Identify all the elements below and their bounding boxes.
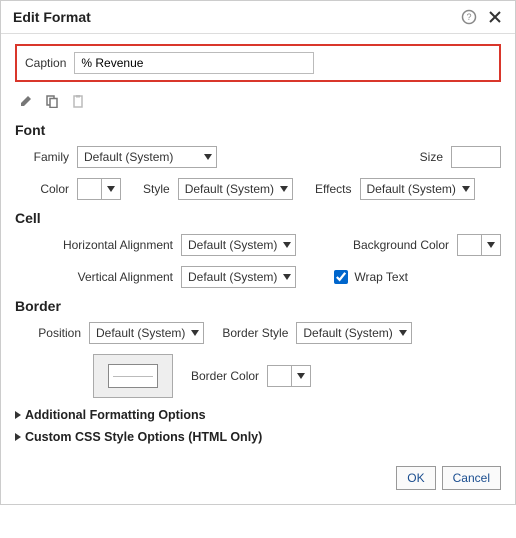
size-label: Size: [299, 150, 443, 164]
copy-icon[interactable]: [43, 92, 61, 110]
caption-label: Caption: [25, 56, 66, 70]
family-select[interactable]: Default (System): [77, 146, 217, 168]
svg-text:?: ?: [466, 12, 471, 22]
chevron-right-icon: [15, 433, 21, 441]
wrap-label: Wrap Text: [354, 270, 408, 284]
border-section-heading: Border: [15, 298, 501, 314]
valign-label: Vertical Alignment: [23, 270, 173, 284]
additional-formatting-expander[interactable]: Additional Formatting Options: [15, 408, 501, 422]
size-input[interactable]: [451, 146, 501, 168]
chevron-right-icon: [15, 411, 21, 419]
halign-select[interactable]: Default (System): [181, 234, 296, 256]
valign-select[interactable]: Default (System): [181, 266, 296, 288]
effects-label: Effects: [315, 182, 351, 196]
paste-icon[interactable]: [69, 92, 87, 110]
caption-row: Caption: [15, 44, 501, 82]
font-section-heading: Font: [15, 122, 501, 138]
caption-input[interactable]: [74, 52, 314, 74]
border-color-label: Border Color: [191, 369, 259, 383]
color-label: Color: [23, 182, 69, 196]
wrap-checkbox[interactable]: [334, 270, 348, 284]
style-select[interactable]: Default (System): [178, 178, 293, 200]
pencil-icon[interactable]: [17, 92, 35, 110]
effects-select[interactable]: Default (System): [360, 178, 475, 200]
style-label: Style: [143, 182, 170, 196]
position-label: Position: [23, 326, 81, 340]
position-select[interactable]: Default (System): [89, 322, 204, 344]
dialog-title: Edit Format: [13, 9, 91, 25]
cancel-button[interactable]: Cancel: [442, 466, 501, 490]
cell-section-heading: Cell: [15, 210, 501, 226]
bgcolor-label: Background Color: [353, 238, 449, 252]
close-icon[interactable]: [487, 9, 503, 25]
border-preview: [93, 354, 173, 398]
halign-label: Horizontal Alignment: [23, 238, 173, 252]
family-label: Family: [23, 150, 69, 164]
border-style-select[interactable]: Default (System): [296, 322, 411, 344]
border-style-label: Border Style: [222, 326, 288, 340]
custom-css-expander[interactable]: Custom CSS Style Options (HTML Only): [15, 430, 501, 444]
ok-button[interactable]: OK: [396, 466, 435, 490]
help-icon[interactable]: ?: [461, 9, 477, 25]
bgcolor-picker[interactable]: [457, 234, 501, 256]
border-color-picker[interactable]: [267, 365, 311, 387]
edit-format-dialog: Edit Format ? Caption Font Family Defaul…: [0, 0, 516, 505]
titlebar: Edit Format ?: [1, 1, 515, 34]
font-color-picker[interactable]: [77, 178, 121, 200]
